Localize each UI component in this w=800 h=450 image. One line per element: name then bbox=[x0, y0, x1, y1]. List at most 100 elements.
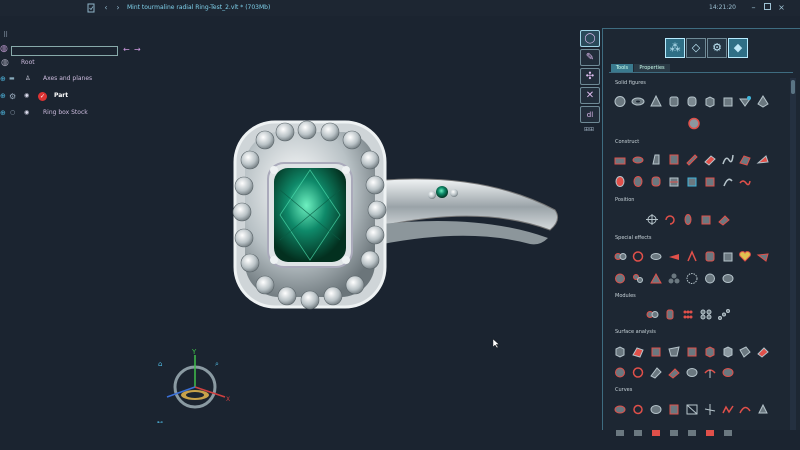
texture-tool-icon[interactable] bbox=[685, 250, 699, 263]
tab-properties[interactable]: Properties bbox=[634, 64, 670, 72]
gem-icon[interactable]: ◇ bbox=[686, 38, 706, 58]
pen-icon[interactable]: ✎ bbox=[580, 49, 600, 66]
zoom-icon[interactable]: ⌕ bbox=[215, 360, 219, 368]
eye-icon[interactable]: ♙ bbox=[25, 75, 30, 82]
ring-band-tool-icon[interactable] bbox=[613, 175, 627, 188]
arrow-right-icon[interactable]: → bbox=[134, 45, 141, 54]
emboss-tool-icon[interactable] bbox=[721, 250, 735, 263]
curve-sweep-tool-icon[interactable] bbox=[721, 153, 735, 166]
tab-tools[interactable]: Tools bbox=[611, 64, 633, 72]
curve-10-tool-icon[interactable] bbox=[613, 424, 627, 437]
analysis-6-tool-icon[interactable] bbox=[703, 345, 717, 358]
move-tool-icon[interactable] bbox=[645, 213, 659, 226]
forward-icon[interactable]: › bbox=[113, 3, 123, 13]
settings-gem-icon[interactable]: ⚙ bbox=[707, 38, 727, 58]
tube-tool-icon[interactable] bbox=[685, 95, 699, 108]
wave-tool-icon[interactable] bbox=[738, 175, 752, 188]
analysis-4-tool-icon[interactable] bbox=[667, 345, 681, 358]
gem-shape-tool-icon[interactable] bbox=[738, 95, 752, 108]
pyramid-tool-icon[interactable] bbox=[756, 95, 770, 108]
expand-icon[interactable]: ⊕ bbox=[0, 109, 6, 117]
scale-tool-icon[interactable] bbox=[699, 213, 713, 226]
cylinder-tool-icon[interactable] bbox=[667, 95, 681, 108]
cluster-tool-icon[interactable] bbox=[631, 272, 645, 285]
curve-12-tool-icon[interactable] bbox=[649, 424, 663, 437]
analysis-9-tool-icon[interactable] bbox=[756, 345, 770, 358]
prism-tool-icon[interactable] bbox=[721, 95, 735, 108]
3d-viewport[interactable] bbox=[170, 60, 590, 360]
view-icon[interactable]: ⊷ bbox=[157, 419, 163, 426]
curve-1-tool-icon[interactable] bbox=[613, 403, 627, 416]
stones-icon[interactable]: ⁂ bbox=[665, 38, 685, 58]
small-tools-icon[interactable]: ⊞⊞ bbox=[584, 126, 598, 140]
revolve-tool-icon[interactable] bbox=[631, 153, 645, 166]
analysis-13-tool-icon[interactable] bbox=[667, 366, 681, 379]
home-icon[interactable]: ⌂ bbox=[158, 360, 162, 368]
eye-icon[interactable]: ◉ bbox=[24, 109, 29, 116]
minimize-icon[interactable]: – bbox=[748, 2, 759, 13]
maximize-icon[interactable] bbox=[762, 2, 773, 13]
analysis-14-tool-icon[interactable] bbox=[685, 366, 699, 379]
tree-item-root[interactable]: ◍ Root bbox=[0, 58, 170, 70]
engrave-tool-icon[interactable] bbox=[703, 250, 717, 263]
analysis-10-tool-icon[interactable] bbox=[613, 366, 627, 379]
module-2-tool-icon[interactable] bbox=[663, 308, 677, 321]
module-3-tool-icon[interactable] bbox=[681, 308, 695, 321]
sphere-tool-icon[interactable] bbox=[613, 95, 627, 108]
trio-tool-icon[interactable] bbox=[667, 272, 681, 285]
blend-tool-icon[interactable] bbox=[756, 153, 770, 166]
tools-icon[interactable]: ✕ bbox=[580, 87, 600, 104]
tree-item-ring[interactable]: ⊕ ○ ◉ Ring box Stock bbox=[0, 108, 170, 120]
curve-14-tool-icon[interactable] bbox=[685, 424, 699, 437]
globe-icon[interactable]: ◍ bbox=[0, 44, 8, 58]
ring-icon[interactable]: ◯ bbox=[580, 30, 600, 47]
flower-tool-icon[interactable] bbox=[685, 272, 699, 285]
star-tool-icon[interactable] bbox=[703, 272, 717, 285]
analysis-11-tool-icon[interactable] bbox=[631, 366, 645, 379]
surface-tool-icon[interactable] bbox=[738, 153, 752, 166]
analysis-16-tool-icon[interactable] bbox=[721, 366, 735, 379]
extrude-tool-icon[interactable] bbox=[613, 153, 627, 166]
prongs-tool-icon[interactable] bbox=[649, 250, 663, 263]
module-4-tool-icon[interactable] bbox=[699, 308, 713, 321]
curve-13-tool-icon[interactable] bbox=[667, 424, 681, 437]
expand-icon[interactable]: ⊕ bbox=[0, 92, 6, 100]
bezel-tool-icon[interactable] bbox=[631, 250, 645, 263]
pave-tool-icon[interactable] bbox=[613, 250, 627, 263]
diamond-icon[interactable]: ◆ bbox=[728, 38, 748, 58]
analysis-2-tool-icon[interactable] bbox=[631, 345, 645, 358]
sweep-tool-icon[interactable] bbox=[667, 153, 681, 166]
orientation-gizmo[interactable]: Y X ⌂ ⌕ ⊷ bbox=[155, 345, 235, 430]
split-tool-icon[interactable] bbox=[667, 175, 681, 188]
analysis-15-tool-icon[interactable] bbox=[703, 366, 717, 379]
gem-special-tool-icon[interactable] bbox=[756, 250, 770, 263]
pipe-tool-icon[interactable] bbox=[703, 153, 717, 166]
analysis-7-tool-icon[interactable] bbox=[721, 345, 735, 358]
array-tool-icon[interactable] bbox=[613, 272, 627, 285]
curve-11-tool-icon[interactable] bbox=[631, 424, 645, 437]
curve-3-tool-icon[interactable] bbox=[649, 403, 663, 416]
triangle-tool-icon[interactable] bbox=[649, 272, 663, 285]
scrollbar-thumb[interactable] bbox=[791, 80, 795, 94]
mirror-tool-icon[interactable] bbox=[717, 213, 731, 226]
back-icon[interactable]: ‹ bbox=[101, 3, 111, 13]
analysis-3-tool-icon[interactable] bbox=[649, 345, 663, 358]
rotate-tool-icon[interactable] bbox=[663, 213, 677, 226]
spring-tool-icon[interactable] bbox=[721, 175, 735, 188]
loft-tool-icon[interactable] bbox=[649, 153, 663, 166]
mask-tool-icon[interactable] bbox=[721, 272, 735, 285]
document-icon[interactable] bbox=[86, 3, 96, 13]
expand-icon[interactable]: ⊕ bbox=[0, 75, 6, 83]
torus-tool-icon[interactable] bbox=[631, 95, 645, 108]
curve-16-tool-icon[interactable] bbox=[721, 424, 735, 437]
heart-tool-icon[interactable] bbox=[738, 250, 752, 263]
grid-menu-icon[interactable]: ⠿ bbox=[3, 31, 8, 39]
sphere-red-tool-icon[interactable] bbox=[687, 117, 701, 130]
curve-5-tool-icon[interactable] bbox=[685, 403, 699, 416]
curve-9-tool-icon[interactable] bbox=[756, 403, 770, 416]
cutter-tool-icon[interactable] bbox=[667, 250, 681, 263]
tree-search-input[interactable] bbox=[11, 46, 118, 56]
curve-8-tool-icon[interactable] bbox=[738, 403, 752, 416]
twist-tool-icon[interactable] bbox=[685, 175, 699, 188]
check-icon[interactable]: ✓ bbox=[38, 92, 47, 101]
